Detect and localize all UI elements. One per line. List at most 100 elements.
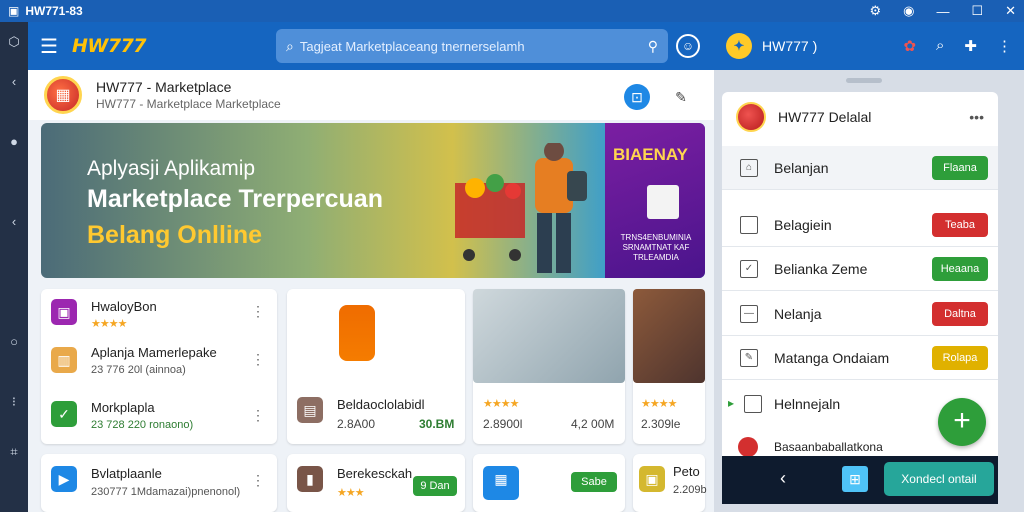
jar-icon: ▮: [297, 466, 323, 492]
back-icon[interactable]: ‹: [12, 72, 16, 92]
more-icon[interactable]: ⋮: [251, 407, 265, 424]
list-item-title: HwaloyBon: [91, 299, 157, 314]
edit-icon: ✎: [740, 349, 758, 367]
list-icon: —: [740, 305, 758, 323]
product-card[interactable]: ★★★★ 2.8900l 4,2 00M: [473, 289, 625, 444]
add-fab-button[interactable]: +: [938, 398, 986, 446]
product-title: HW777 - Marketplace: [96, 79, 232, 95]
minimize-icon[interactable]: —: [936, 4, 949, 19]
promo-title: BIAENAY: [613, 145, 688, 164]
product-title: Beldaoclolabidl: [337, 397, 425, 412]
box-icon: ▥: [51, 347, 77, 373]
rating-stars: ★★★★: [483, 398, 519, 410]
close-icon[interactable]: ✕: [1005, 3, 1016, 19]
detail-row[interactable]: ⌂ Belanjan Flaana: [722, 146, 998, 190]
buy-button[interactable]: 9 Dan: [413, 476, 457, 496]
detail-row-label: Nelanja: [774, 306, 822, 322]
product-card[interactable]: ▮ Berekesckah ★★★ 9 Dan: [287, 454, 465, 512]
user-icon[interactable]: ☺: [676, 34, 700, 58]
list-item-title: Morkplapla: [91, 400, 155, 415]
search-input[interactable]: [299, 38, 648, 54]
detail-row-button[interactable]: Daltna: [932, 302, 988, 326]
save-button[interactable]: Sabe: [571, 472, 617, 492]
more-icon[interactable]: ⋮: [251, 303, 265, 320]
list-item-subtitle: 23 728 220 ronaono): [91, 419, 194, 431]
list-card[interactable]: ▶ Bvlatplaanle 230777 1Mdamazai)pnenonol…: [41, 454, 277, 512]
promo-banner[interactable]: Aplyasji Aplikamip Marketplace Trerpercu…: [41, 123, 705, 278]
detail-row-button[interactable]: Rolapa: [932, 346, 988, 370]
check-icon: ✓: [51, 401, 77, 427]
app-header: ☰ HW777 ⌕ ⚲ ☺: [28, 22, 714, 70]
gift-icon[interactable]: ⊞: [842, 466, 868, 492]
search-icon[interactable]: ⌕: [936, 37, 944, 55]
product-card[interactable]: ▦ Sabe: [473, 454, 625, 512]
product-image: [633, 289, 705, 383]
product-price: 2.8900l: [483, 417, 523, 431]
product-card[interactable]: ▤ Beldaoclolabidl 2.8A00 30.BM: [287, 289, 465, 444]
banner-line-3: Belang Onlline: [87, 221, 263, 249]
detail-row[interactable]: ✓ Belianka Zeme Heaana: [722, 247, 998, 291]
product-image: [339, 305, 375, 361]
detail-row-label: Belanjan: [774, 160, 829, 176]
promo-side-panel[interactable]: BIAENAY TRNS4ENBUMINIA SRNAMTNAT KAF TRL…: [605, 123, 705, 278]
list-item-title: Aplanja Mamerlepake: [91, 345, 217, 360]
bookmark-icon: [744, 395, 762, 413]
gamepad-icon[interactable]: ✚: [964, 37, 977, 55]
edit-icon[interactable]: ✎: [668, 84, 694, 110]
product-card[interactable]: ▣ Peto 2.209b: [633, 454, 707, 512]
detail-row[interactable]: Belagiein Teaba: [722, 203, 998, 247]
detail-row-button[interactable]: Teaba: [932, 213, 988, 237]
detail-row-label: Belagiein: [774, 217, 832, 233]
crop-icon[interactable]: ⌗: [10, 442, 17, 462]
detail-footer: ‹ ⊞ Xondecl ontail: [722, 456, 998, 504]
gear-icon[interactable]: ⚙: [869, 3, 881, 19]
avatar-icon[interactable]: ●: [10, 132, 18, 152]
checkbox-icon[interactable]: [740, 216, 758, 234]
store-logo: [736, 102, 766, 132]
product-card[interactable]: ★★★★ 2.309le: [633, 289, 705, 444]
product-header: ▦ HW777 - Marketplace HW777 - Marketplac…: [28, 70, 714, 120]
share-icon[interactable]: ⊡: [624, 84, 650, 110]
search-bar[interactable]: ⌕ ⚲: [276, 29, 668, 63]
bag-icon: ▣: [639, 466, 665, 492]
detail-row-label: Basaanbaballatkona: [774, 440, 883, 454]
list-item-subtitle: 230777 1Mdamazai)pnenonol): [91, 486, 241, 498]
search-submit-icon[interactable]: ⚲: [648, 38, 658, 55]
cart-icon: ⌂: [740, 159, 758, 177]
wifi-icon[interactable]: ◉: [903, 3, 914, 19]
brand-logo[interactable]: HW777: [72, 35, 147, 57]
sheet-drag-handle[interactable]: [846, 78, 882, 83]
more-icon[interactable]: ⋮: [251, 351, 265, 368]
detail-title: HW777 Delalal: [778, 109, 872, 125]
brand-badge-icon[interactable]: ✦: [726, 33, 752, 59]
product-price-alt: 30.BM: [419, 417, 455, 431]
search-icon: ⌕: [286, 37, 294, 54]
banner-line-1: Aplyasji Aplikamip: [87, 157, 256, 180]
more-icon[interactable]: ⋮: [251, 472, 265, 489]
checkbox-icon[interactable]: ✓: [740, 260, 758, 278]
gift-box-icon: [647, 185, 679, 219]
product-title: Berekesckah: [337, 466, 413, 481]
detail-row-button[interactable]: Flaana: [932, 156, 988, 180]
flower-icon[interactable]: ✿: [903, 37, 916, 55]
more-horizontal-icon[interactable]: •••: [969, 109, 984, 125]
chevron-right-icon: ▸: [728, 396, 735, 410]
list-item-subtitle: 23 776 20l (ainnoa): [91, 364, 186, 376]
more-icon[interactable]: ⋮: [997, 37, 1012, 55]
shield-icon[interactable]: ⬡: [8, 32, 19, 52]
maximize-icon[interactable]: ☐: [971, 3, 983, 19]
detail-row[interactable]: ✎ Matanga Ondaiam Rolapa: [722, 336, 998, 380]
chevron-left-icon[interactable]: ‹: [12, 212, 16, 232]
list-card: ▣ HwaloyBon ★★★★ ⋮ ▥ Aplanja Mamerlepake…: [41, 289, 277, 444]
circle-icon[interactable]: ○: [10, 332, 18, 352]
detail-row-button[interactable]: Heaana: [932, 257, 988, 281]
back-arrow-icon[interactable]: ‹: [780, 468, 786, 489]
detail-row[interactable]: — Nelanja Daltna: [722, 292, 998, 336]
play-icon: ▶: [51, 466, 77, 492]
menu-icon[interactable]: ☰: [40, 34, 64, 59]
detail-cta-button[interactable]: Xondecl ontail: [884, 462, 994, 496]
window-title: HW771-83: [25, 4, 83, 18]
right-header-title: HW777 ): [762, 38, 818, 54]
grid-icon[interactable]: ⁝: [12, 392, 16, 412]
left-rail: ⬡ ‹ ● ‹ ○ ⁝ ⌗: [0, 22, 28, 512]
